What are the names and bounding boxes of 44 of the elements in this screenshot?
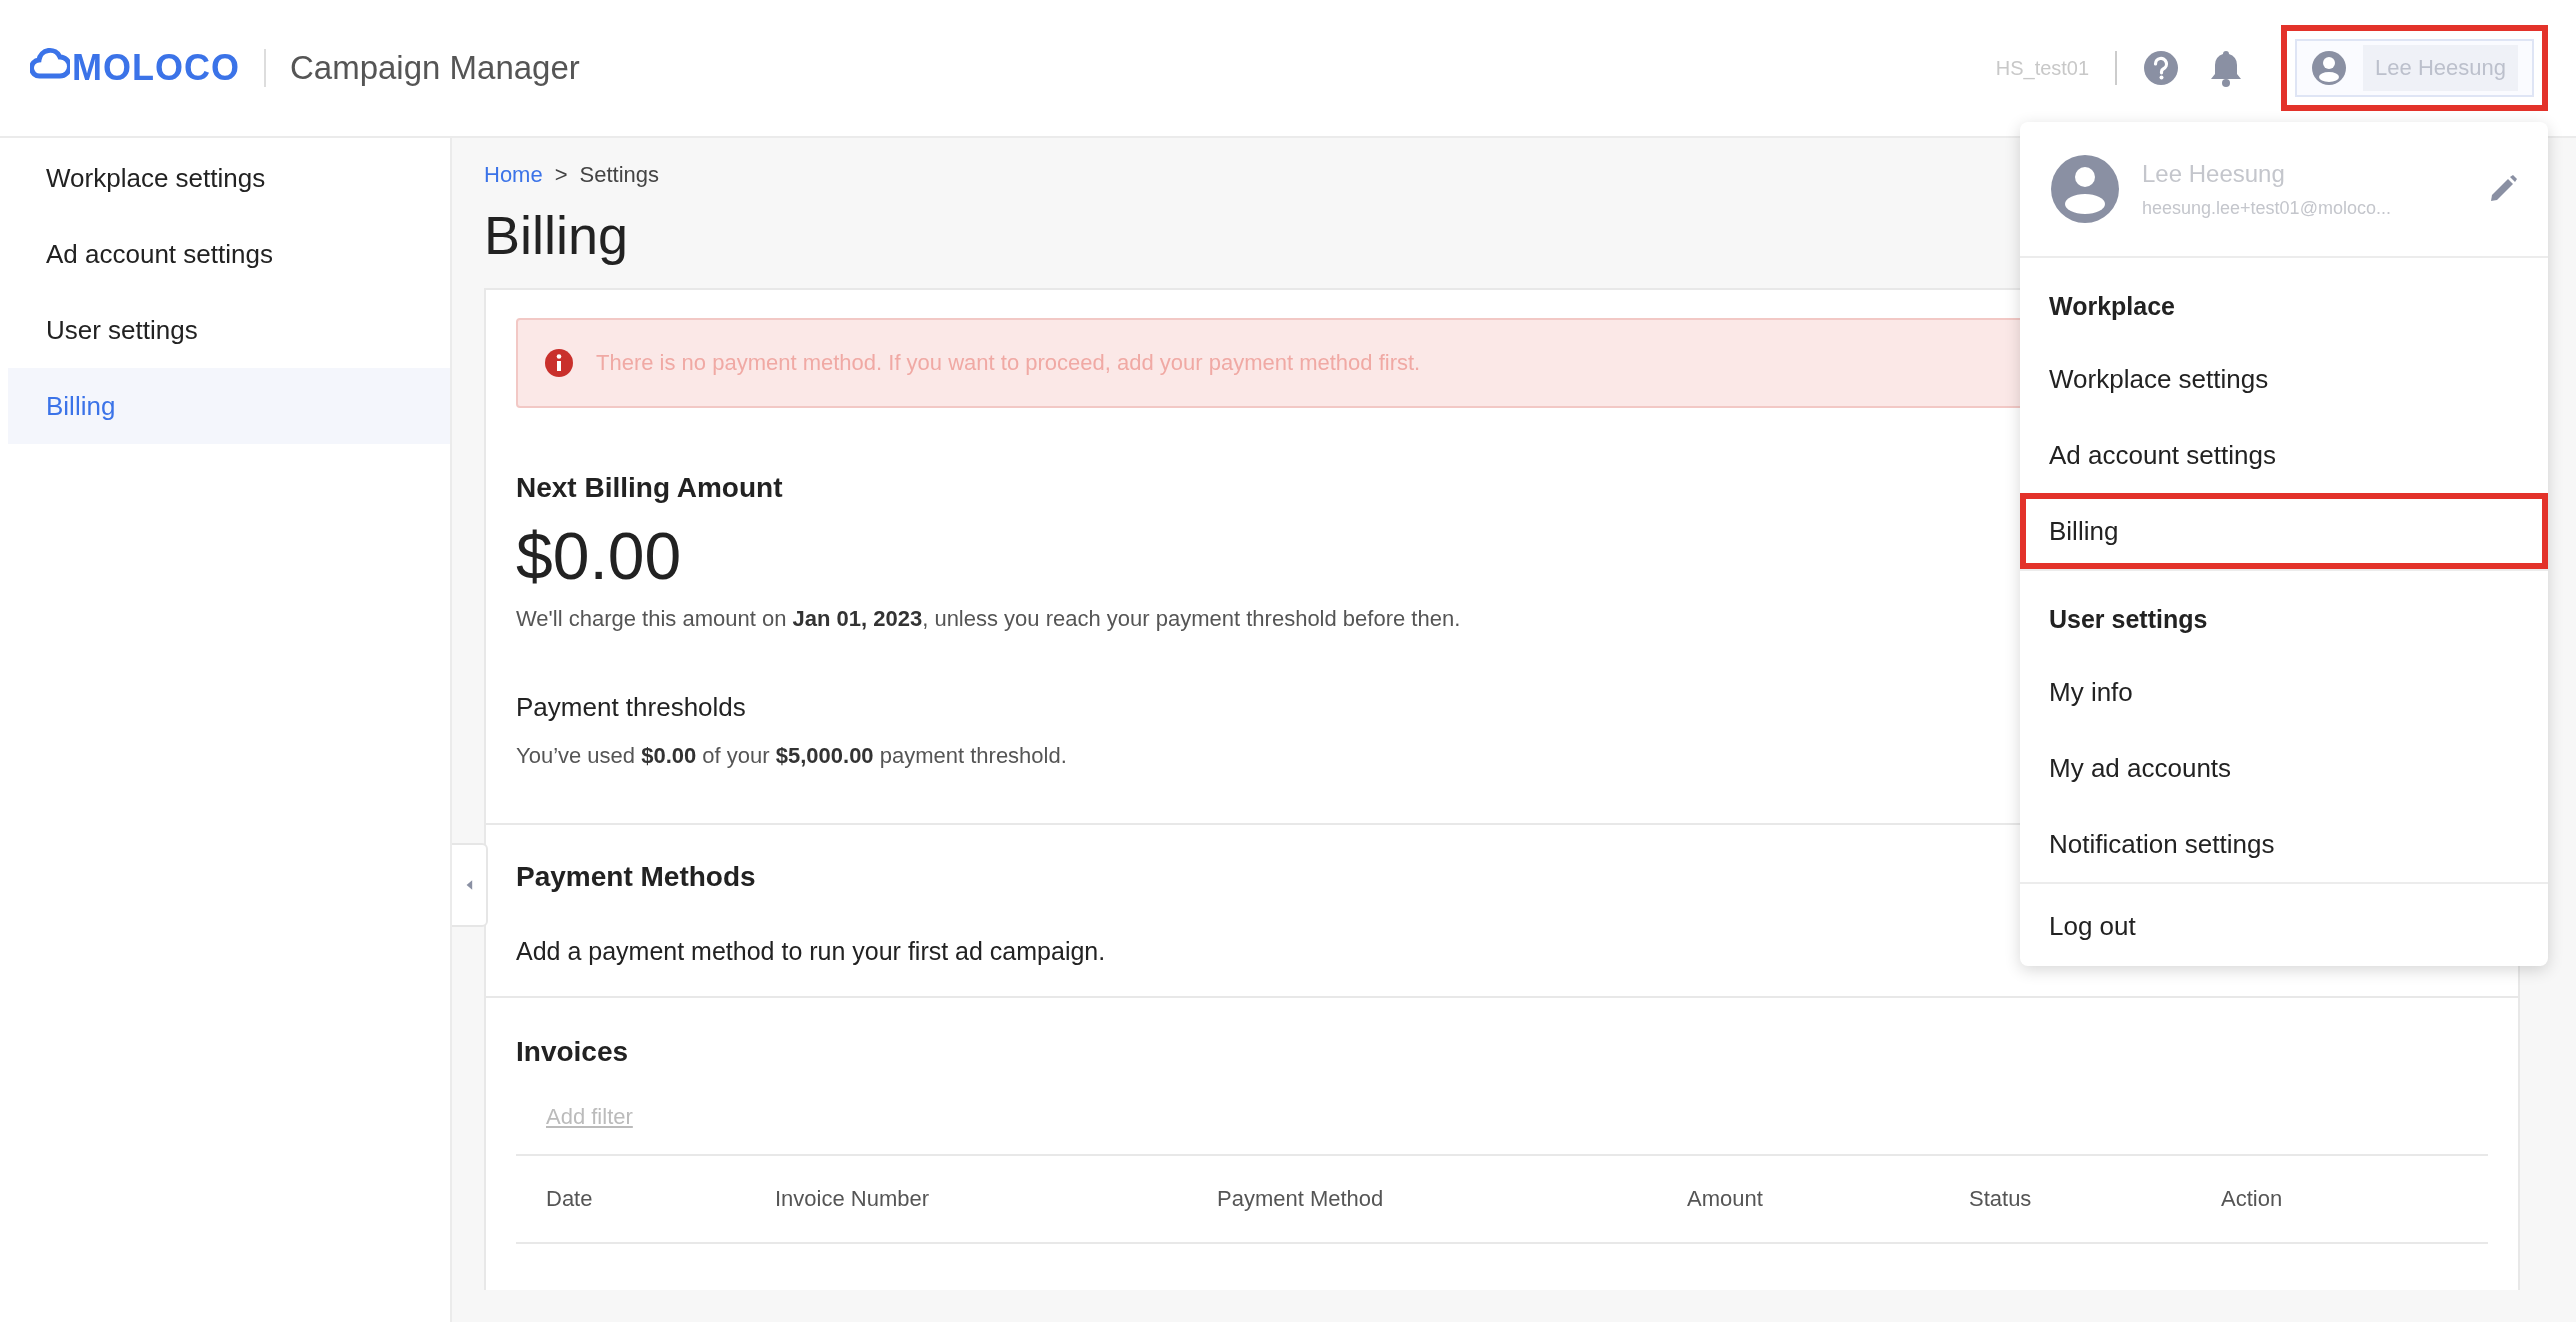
logo-text: MOLOCO (72, 47, 240, 89)
sidebar-item[interactable]: Billing (8, 368, 450, 444)
page-title: Billing (484, 204, 629, 266)
section-title: Next Billing Amount (516, 472, 783, 504)
info-icon (544, 348, 574, 378)
column-header: Payment Method (1217, 1186, 1385, 1212)
app-title: Campaign Manager (290, 49, 580, 87)
breadcrumb-current: Settings (579, 162, 660, 188)
threshold-note: You’ve used $0.00 of your $5,000.00 payment threshold. (516, 743, 1067, 769)
sidebar-item[interactable]: User settings (8, 292, 450, 368)
payment-methods-note: Add a payment method to run your first ad campaign. (516, 937, 1106, 966)
billing-amount: $0.00 (516, 518, 682, 594)
section-title: Payment Methods (516, 861, 756, 893)
caret-left-icon (465, 879, 473, 891)
avatar-icon (2050, 154, 2120, 224)
menu-item[interactable]: My ad accounts (2020, 730, 2548, 806)
breadcrumb-separator: > (554, 162, 568, 188)
avatar-icon (2311, 50, 2348, 86)
edit-icon[interactable] (2488, 174, 2518, 204)
menu-section-title: Workplace (2048, 291, 2176, 322)
sidebar-item[interactable]: Workplace settings (8, 140, 450, 216)
column-header: Invoice Number (775, 1186, 931, 1212)
cloud-logo-icon (30, 46, 70, 80)
menu-item[interactable]: My info (2020, 654, 2548, 730)
menu-item[interactable]: Log out (2020, 888, 2548, 964)
column-header: Status (1969, 1186, 2033, 1212)
column-header: Amount (1687, 1186, 1764, 1212)
billing-note: We'll charge this amount on Jan 01, 2023, unless you reach your payment threshold before then. (516, 606, 1461, 632)
bell-icon[interactable] (2209, 48, 2244, 88)
menu-item[interactable]: Notification settings (2020, 806, 2548, 882)
alert-message: There is no payment method. If you want to proceed, add your payment method first. (596, 350, 1421, 376)
section-title: Invoices (516, 1036, 629, 1068)
breadcrumb-link[interactable]: Home (484, 162, 543, 188)
menu-section-title: User settings (2048, 604, 2209, 635)
thresholds-title: Payment thresholds (516, 692, 746, 723)
help-icon[interactable] (2143, 50, 2180, 86)
sidebar-item[interactable]: Ad account settings (8, 216, 450, 292)
column-header: Action (2221, 1186, 2284, 1212)
user-name: Lee Heesung (2142, 159, 2286, 188)
user-email: heesung.lee+test01@moloco... (2142, 197, 2392, 219)
menu-item[interactable]: Ad account settings (2020, 417, 2548, 493)
menu-item[interactable]: Billing (2020, 493, 2548, 569)
menu-item[interactable]: Workplace settings (2020, 341, 2548, 417)
column-header: Date (546, 1186, 594, 1212)
